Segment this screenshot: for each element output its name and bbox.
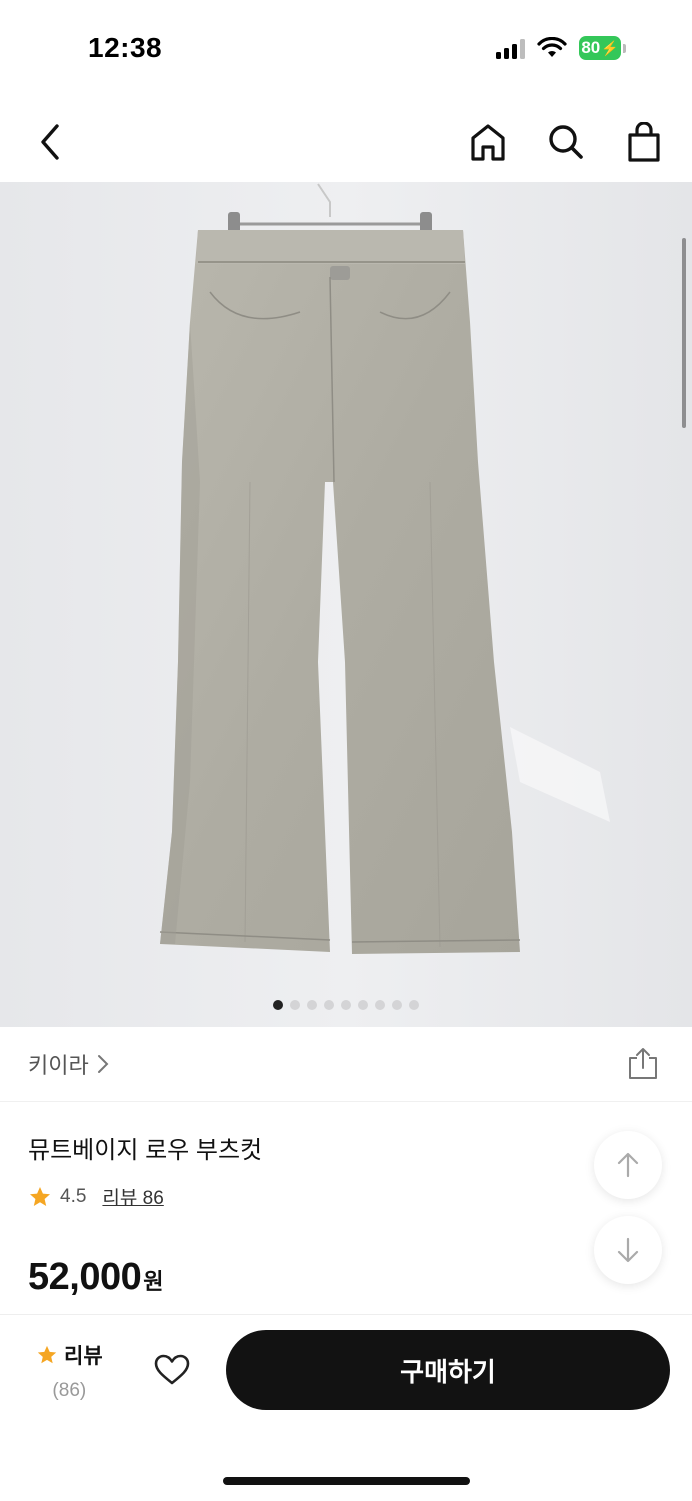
pagination-dot[interactable] xyxy=(307,1000,317,1010)
bottom-review-button[interactable]: 리뷰 (86) xyxy=(36,1340,103,1402)
home-indicator xyxy=(223,1477,470,1485)
status-time: 12:38 xyxy=(88,32,163,63)
home-icon xyxy=(471,124,505,161)
product-image[interactable] xyxy=(0,182,692,1027)
wifi-icon xyxy=(537,37,567,57)
brand-link[interactable]: 키이라 xyxy=(28,1048,109,1080)
scroll-top-button[interactable] xyxy=(594,1131,662,1199)
price-value: 52,000 xyxy=(28,1256,142,1298)
pagination-dot[interactable] xyxy=(341,1000,351,1010)
brand-name: 키이라 xyxy=(28,1053,89,1078)
chevron-right-icon xyxy=(97,1055,109,1073)
battery-icon: 80 ⚡ xyxy=(579,36,626,60)
pagination-dot[interactable] xyxy=(324,1000,334,1010)
share-button[interactable] xyxy=(622,1043,664,1083)
pagination-dot[interactable] xyxy=(392,1000,402,1010)
search-icon xyxy=(549,125,583,159)
arrow-up-icon xyxy=(617,1152,639,1178)
bottom-review-label: 리뷰 xyxy=(64,1345,103,1368)
star-icon xyxy=(37,1345,57,1364)
pagination-dot[interactable] xyxy=(358,1000,368,1010)
cart-button[interactable] xyxy=(622,120,666,164)
buy-button[interactable]: 구매하기 xyxy=(226,1330,670,1410)
price-currency: 원 xyxy=(143,1269,164,1294)
scroll-indicator xyxy=(682,238,686,428)
price: 52,000 원 xyxy=(28,1256,163,1299)
pagination-dot[interactable] xyxy=(409,1000,419,1010)
rating-row: 4.5 리뷰 86 xyxy=(28,1183,164,1210)
arrow-down-icon xyxy=(617,1237,639,1263)
status-icons: 80 ⚡ xyxy=(496,36,626,60)
jeans-image xyxy=(0,182,692,1027)
bottom-review-count: (86) xyxy=(52,1380,87,1401)
pagination-dot[interactable] xyxy=(290,1000,300,1010)
heart-icon xyxy=(154,1354,190,1385)
gallery-pagination xyxy=(0,1000,692,1010)
battery-level: 80 xyxy=(581,38,601,57)
back-button[interactable] xyxy=(30,120,70,164)
star-icon xyxy=(30,1186,50,1206)
home-button[interactable] xyxy=(466,120,510,164)
search-button[interactable] xyxy=(544,120,588,164)
share-icon xyxy=(629,1048,657,1079)
wishlist-button[interactable] xyxy=(150,1348,194,1392)
review-link[interactable]: 리뷰 86 xyxy=(102,1183,163,1210)
cellular-signal-icon xyxy=(496,37,525,59)
scroll-bottom-button[interactable] xyxy=(594,1216,662,1284)
back-icon xyxy=(41,124,59,160)
section-divider xyxy=(0,1101,692,1102)
pagination-dot[interactable] xyxy=(375,1000,385,1010)
rating-value: 4.5 xyxy=(60,1185,87,1207)
shopping-bag-icon xyxy=(628,122,660,162)
pagination-dot-active[interactable] xyxy=(273,1000,283,1010)
product-title: 뮤트베이지 로우 부츠컷 xyxy=(28,1137,263,1164)
